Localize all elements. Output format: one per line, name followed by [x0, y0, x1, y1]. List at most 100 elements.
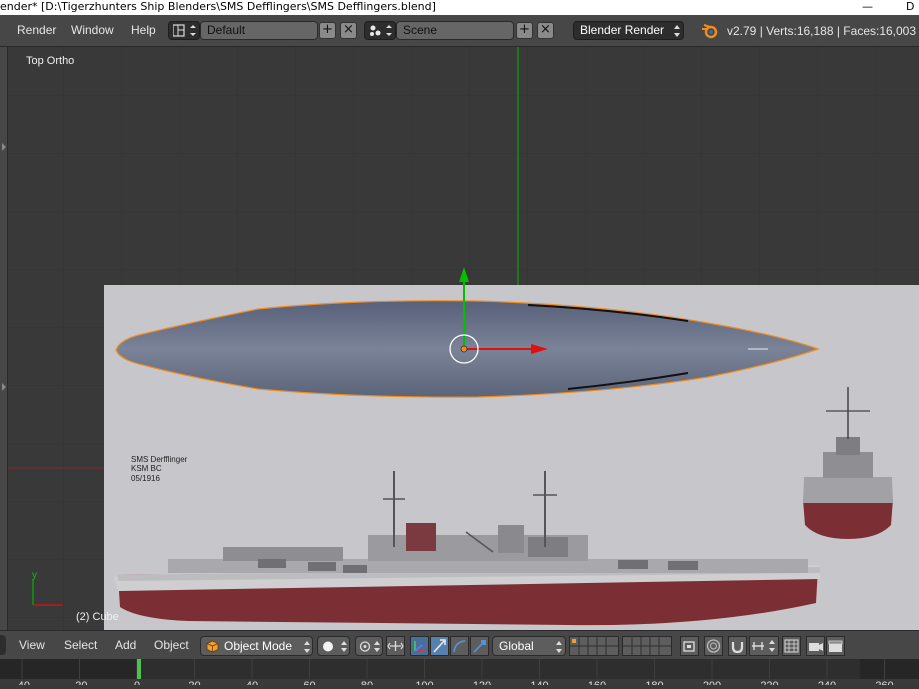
manipulate-center-points-toggle[interactable]: [386, 636, 405, 656]
scene-layers-grid-2[interactable]: [622, 636, 672, 656]
opengl-render-button[interactable]: [806, 636, 825, 656]
layout-grid-icon: [173, 24, 196, 37]
snap-target-toggle[interactable]: [782, 636, 801, 656]
timeline-tick-label: 240: [818, 680, 836, 685]
scene-statistics: v2.79 | Verts:16,188 | Faces:16,003 |: [727, 24, 919, 38]
timeline-tick-label: 100: [415, 680, 433, 685]
timeline-tick-label: 260: [875, 680, 893, 685]
lock-camera-layers-toggle[interactable]: [680, 636, 699, 656]
timeline-tick-label: 140: [530, 680, 548, 685]
translate-manipulator-toggle[interactable]: [430, 636, 449, 656]
timeline-scale[interactable]: -40 -20 0 20 40 60 80 100 120 140 160 180 200 220 240 2…: [0, 659, 919, 689]
snap-increment-icon: [752, 640, 775, 652]
render-engine-label: Blender Render: [580, 23, 665, 37]
rotate-manipulator-toggle[interactable]: [450, 636, 469, 656]
object-origin: [460, 345, 468, 353]
delete-scene-button[interactable]: ×: [537, 22, 554, 39]
timeline-tick-label: 220: [760, 680, 778, 685]
menu-select[interactable]: Select: [64, 638, 97, 652]
timeline-tick-label: -20: [72, 680, 88, 685]
scale-handle-icon: [473, 640, 486, 653]
transform-orientation-dropdown[interactable]: Global: [492, 636, 566, 656]
rotate-arc-icon: [453, 640, 466, 653]
menu-object[interactable]: Object: [154, 638, 189, 652]
pivot-point-icon: [359, 641, 380, 652]
timeline-tick-label: 0: [134, 680, 140, 685]
layers-grid-icon: [623, 637, 671, 655]
scene-layers-grid-1[interactable]: [569, 636, 619, 656]
proportional-editing-toggle[interactable]: [704, 636, 723, 656]
window-title-bar: ender* [D:\Tigerzhunters Ship Blenders\S…: [0, 0, 919, 15]
translate-arrow-icon: [433, 639, 446, 653]
editor-type-button[interactable]: [0, 635, 6, 655]
active-object-label: (2) Cube: [76, 611, 119, 623]
menu-help[interactable]: Help: [131, 23, 156, 37]
scene-icon: [370, 25, 392, 36]
menu-render[interactable]: Render: [17, 23, 56, 37]
interaction-mode-label: Object Mode: [224, 639, 293, 653]
current-frame-marker[interactable]: [137, 659, 141, 679]
window-title: ender* [D:\Tigerzhunters Ship Blenders\S…: [0, 0, 436, 13]
toolshelf-tab-markers: [2, 143, 6, 391]
timeline-tick-label: -40: [14, 680, 30, 685]
3d-viewport[interactable]: SMS Derfflinger KSM BC 05/1916 y Top Ort…: [8, 47, 919, 630]
timeline-tick-label: 20: [188, 680, 200, 685]
updown-arrow-icon: [556, 641, 562, 653]
reference-caption-line1: SMS Derfflinger: [131, 455, 188, 464]
manipulator-axes-icon: [414, 641, 425, 652]
layers-grid-icon: [570, 637, 618, 655]
snap-element-dropdown[interactable]: [749, 636, 779, 656]
timeline-tick-label: 120: [473, 680, 491, 685]
menu-add[interactable]: Add: [115, 638, 136, 652]
clapperboard-icon: [828, 640, 843, 652]
plus-icon: +: [519, 22, 530, 37]
snap-target-icon: [784, 639, 799, 653]
axis-y-label: y: [32, 570, 37, 581]
window-title-trailing: D: [906, 0, 915, 13]
reference-caption-line3: 05/1916: [131, 474, 160, 483]
screen-layout-field[interactable]: Default: [200, 21, 318, 40]
view-name-label: Top Ortho: [26, 55, 74, 67]
transform-manipulator-toggle[interactable]: [410, 636, 429, 656]
manipulate-center-icon: [387, 641, 404, 651]
object-mode-cube-icon: [206, 640, 219, 653]
scene-field[interactable]: Scene: [396, 21, 514, 40]
minimize-button[interactable]: —: [862, 0, 873, 13]
updown-arrow-icon: [304, 641, 310, 653]
plus-icon: +: [322, 22, 333, 37]
transform-orientation-label: Global: [499, 639, 534, 653]
timeline-gridlines: [21, 659, 885, 679]
scale-manipulator-toggle[interactable]: [470, 636, 489, 656]
info-header: Render Window Help Default + × Scene + ×…: [0, 15, 919, 47]
timeline-tick-label: 60: [303, 680, 315, 685]
updown-arrow-icon: [674, 25, 680, 37]
viewport-shading-dropdown[interactable]: [317, 636, 350, 656]
timeline-preroll-region: [0, 659, 137, 679]
snap-toggle[interactable]: [728, 636, 747, 656]
pivot-point-dropdown[interactable]: [355, 636, 383, 656]
menu-window[interactable]: Window: [71, 23, 114, 37]
3d-view-header: View Select Add Object Object Mode Globa…: [0, 630, 919, 659]
viewport-canvas[interactable]: SMS Derfflinger KSM BC 05/1916 y Top Ort…: [8, 47, 919, 630]
scene-selector[interactable]: [364, 21, 396, 40]
toolshelf-edge[interactable]: [0, 47, 8, 630]
close-icon: ×: [540, 22, 551, 37]
timeline[interactable]: -40 -20 0 20 40 60 80 100 120 140 160 180 200 220 240 2…: [0, 659, 919, 689]
menu-view[interactable]: View: [19, 638, 45, 652]
interaction-mode-dropdown[interactable]: Object Mode: [200, 636, 313, 656]
solid-shading-icon: [323, 641, 347, 652]
opengl-render-animation-button[interactable]: [826, 636, 845, 656]
timeline-tick-label: 80: [361, 680, 373, 685]
render-engine-dropdown[interactable]: Blender Render: [573, 21, 684, 40]
add-scene-button[interactable]: +: [516, 22, 533, 39]
screen-layout-selector[interactable]: [168, 21, 200, 40]
delete-layout-button[interactable]: ×: [340, 22, 357, 39]
proportional-edit-icon: [706, 639, 721, 653]
reference-caption-line2: KSM BC: [131, 464, 162, 473]
magnet-icon: [731, 642, 744, 654]
timeline-tick-label: 200: [703, 680, 721, 685]
add-layout-button[interactable]: +: [319, 22, 336, 39]
timeline-tick-label: 40: [246, 680, 258, 685]
timeline-tick-label: 180: [645, 680, 663, 685]
timeline-postroll-region: [860, 659, 919, 679]
